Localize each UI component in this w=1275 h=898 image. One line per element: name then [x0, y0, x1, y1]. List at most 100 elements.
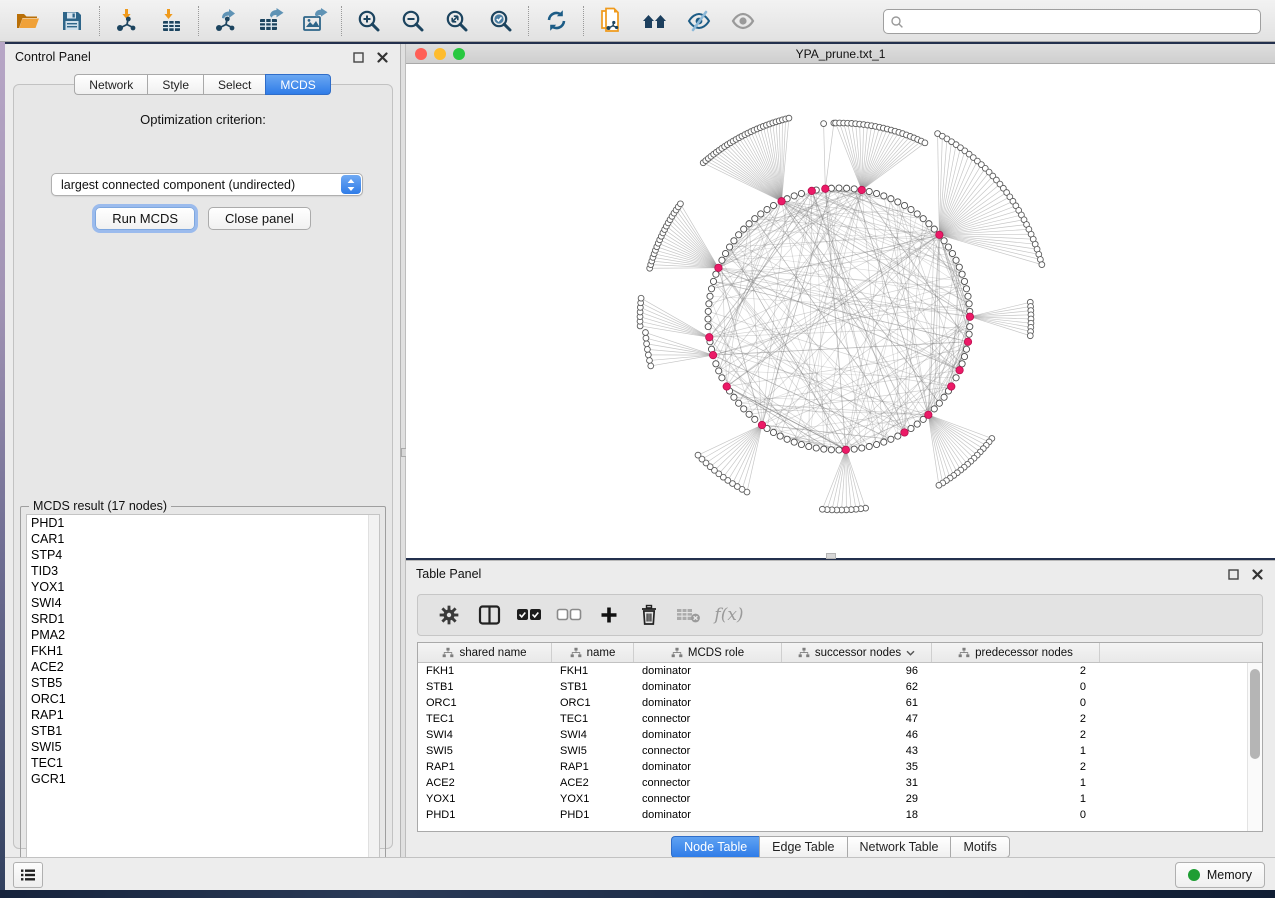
network-node[interactable] [914, 421, 920, 427]
mcds-list-scrollbar[interactable] [368, 515, 379, 871]
new-network-from-selection-icon[interactable] [593, 4, 629, 38]
close-panel-button[interactable]: Close panel [208, 207, 311, 230]
network-node[interactable] [707, 293, 713, 299]
tab-style[interactable]: Style [147, 74, 203, 95]
table-row[interactable]: ORC1ORC1dominator610 [418, 695, 1262, 711]
mcds-node[interactable] [706, 334, 713, 341]
tab-motifs[interactable]: Motifs [950, 836, 1009, 858]
network-node[interactable] [741, 226, 747, 232]
tab-node-table[interactable]: Node Table [671, 836, 759, 858]
network-node[interactable] [716, 368, 722, 374]
table-row[interactable]: YOX1YOX1connector291 [418, 791, 1262, 807]
network-node[interactable] [719, 375, 725, 381]
network-node[interactable] [963, 346, 969, 352]
column-header[interactable]: name [552, 643, 634, 662]
tab-edge-table[interactable]: Edge Table [759, 836, 846, 858]
close-panel-icon[interactable] [374, 49, 390, 65]
network-node[interactable] [961, 278, 967, 284]
minimize-window-icon[interactable] [434, 48, 446, 60]
tab-select[interactable]: Select [203, 74, 265, 95]
mcds-result-list[interactable]: PHD1CAR1STP4TID3YOX1SWI4SRD1PMA2FKH1ACE2… [26, 514, 380, 872]
mcds-node[interactable] [715, 264, 722, 271]
delete-column-icon[interactable] [632, 599, 666, 631]
network-node[interactable] [746, 411, 752, 417]
show-all-icon[interactable] [725, 4, 761, 38]
network-node[interactable] [706, 301, 712, 307]
tab-network-table[interactable]: Network Table [847, 836, 951, 858]
network-node[interactable] [881, 439, 887, 445]
network-node[interactable] [638, 295, 644, 301]
network-node[interactable] [784, 436, 790, 442]
network-node[interactable] [722, 250, 728, 256]
mcds-node[interactable] [808, 187, 815, 194]
network-node[interactable] [736, 400, 742, 406]
zoom-selected-icon[interactable] [483, 4, 519, 38]
import-network-icon[interactable] [109, 4, 145, 38]
zoom-out-icon[interactable] [395, 4, 431, 38]
network-node[interactable] [741, 406, 747, 412]
network-node[interactable] [708, 286, 714, 292]
network-node[interactable] [786, 115, 792, 121]
export-image-icon[interactable] [296, 4, 332, 38]
network-node[interactable] [959, 361, 965, 367]
network-node[interactable] [813, 445, 819, 451]
close-window-icon[interactable] [415, 48, 427, 60]
maximize-window-icon[interactable] [453, 48, 465, 60]
network-node[interactable] [678, 201, 684, 207]
mcds-node[interactable] [966, 313, 973, 320]
float-panel-icon[interactable] [350, 49, 366, 65]
split-panel-icon[interactable] [472, 599, 506, 631]
import-table-icon[interactable] [153, 4, 189, 38]
zoom-in-icon[interactable] [351, 4, 387, 38]
add-column-icon[interactable] [592, 599, 626, 631]
network-node[interactable] [920, 216, 926, 222]
network-node[interactable] [643, 330, 649, 336]
network-node[interactable] [1027, 333, 1033, 339]
search-field[interactable] [883, 9, 1261, 34]
network-node[interactable] [791, 193, 797, 199]
close-table-panel-icon[interactable] [1249, 566, 1265, 582]
network-node[interactable] [791, 439, 797, 445]
mcds-node[interactable] [778, 198, 785, 205]
network-node[interactable] [770, 429, 776, 435]
table-row[interactable]: FKH1FKH1dominator962 [418, 663, 1262, 679]
network-node[interactable] [949, 250, 955, 256]
deselect-all-icon[interactable] [552, 599, 586, 631]
network-node[interactable] [705, 308, 711, 314]
table-row[interactable]: STB1STB1dominator620 [418, 679, 1262, 695]
network-node[interactable] [963, 286, 969, 292]
search-input[interactable] [904, 15, 1254, 29]
network-node[interactable] [873, 441, 879, 447]
network-node[interactable] [644, 341, 650, 347]
refresh-icon[interactable] [538, 4, 574, 38]
network-node[interactable] [828, 447, 834, 453]
table-row[interactable]: SWI5SWI5connector431 [418, 743, 1262, 759]
network-node[interactable] [926, 221, 932, 227]
network-node[interactable] [965, 293, 971, 299]
network-node[interactable] [941, 238, 947, 244]
mcds-node[interactable] [925, 411, 932, 418]
console-list-icon[interactable] [13, 862, 43, 888]
table-row[interactable]: RAP1RAP1dominator352 [418, 759, 1262, 775]
network-node[interactable] [851, 186, 857, 192]
network-node[interactable] [953, 375, 959, 381]
mcds-node[interactable] [964, 338, 971, 345]
float-table-panel-icon[interactable] [1225, 566, 1241, 582]
mcds-node[interactable] [709, 351, 716, 358]
network-node[interactable] [758, 211, 764, 217]
network-node[interactable] [931, 226, 937, 232]
zoom-fit-icon[interactable] [439, 4, 475, 38]
network-node[interactable] [731, 394, 737, 400]
network-node[interactable] [966, 301, 972, 307]
table-row[interactable]: PHD1PHD1dominator180 [418, 807, 1262, 823]
network-node[interactable] [931, 406, 937, 412]
network-node[interactable] [908, 206, 914, 212]
mcds-node[interactable] [842, 446, 849, 453]
network-node[interactable] [936, 400, 942, 406]
mcds-node[interactable] [822, 185, 829, 192]
network-node[interactable] [844, 185, 850, 191]
table-scrollbar-thumb[interactable] [1250, 669, 1260, 759]
network-node[interactable] [798, 441, 804, 447]
save-session-icon[interactable] [54, 4, 90, 38]
open-file-icon[interactable] [10, 4, 46, 38]
